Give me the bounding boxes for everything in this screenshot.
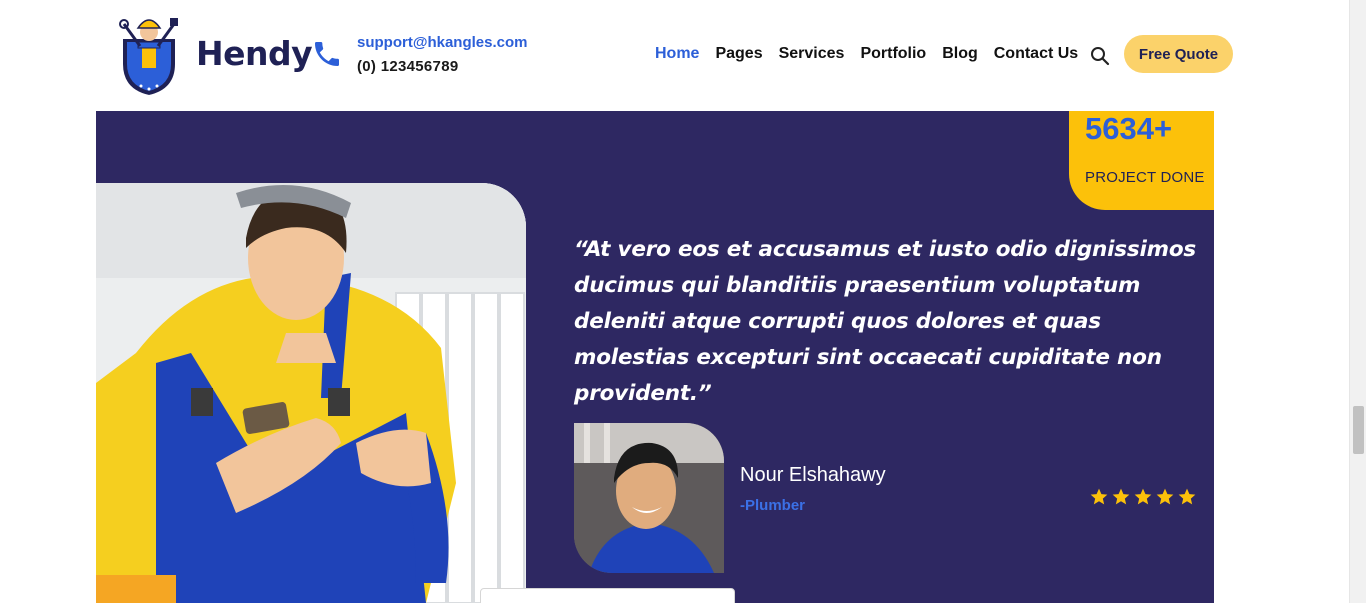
nav-portfolio[interactable]: Portfolio [860, 45, 926, 63]
nav-blog[interactable]: Blog [942, 45, 978, 63]
nav-contact-us[interactable]: Contact Us [994, 45, 1078, 63]
star-icon [1134, 488, 1152, 505]
stat-label: PROJECT DONE [1085, 169, 1205, 186]
site-header: Hendy support@hkangles.com (0) 123456789… [0, 0, 1349, 111]
reviewer-role: -Plumber [740, 497, 806, 514]
search-icon[interactable] [1090, 46, 1110, 66]
nav-pages[interactable]: Pages [715, 45, 762, 63]
reviewer-name: Nour Elshahawy [740, 464, 886, 486]
handyman-logo-icon[interactable] [116, 12, 182, 98]
star-icon [1112, 488, 1130, 505]
nav-services[interactable]: Services [779, 45, 845, 63]
contact-phone-number[interactable]: (0) 123456789 [357, 58, 458, 75]
stat-number: 5634+ [1085, 111, 1173, 146]
scrollbar-thumb[interactable] [1353, 406, 1364, 454]
floating-card [480, 588, 735, 603]
worker-photo [96, 183, 526, 603]
support-email-link[interactable]: support@hkangles.com [357, 34, 528, 51]
brand-name[interactable]: Hendy [196, 34, 313, 73]
vertical-scrollbar[interactable] [1349, 0, 1366, 603]
testimonial-quote: “At vero eos et accusamus et iusto odio … [574, 237, 1197, 406]
star-icon [1178, 488, 1196, 505]
star-icon [1090, 488, 1108, 505]
rating-stars [1089, 487, 1197, 507]
free-quote-button[interactable]: Free Quote [1124, 35, 1233, 73]
page: Hendy support@hkangles.com (0) 123456789… [0, 0, 1366, 603]
main-nav: Home Pages Services Portfolio Blog Conta… [655, 45, 1094, 63]
projects-done-stat: 5634+ PROJECT DONE [1069, 111, 1214, 210]
phone-icon [315, 42, 339, 66]
nav-home[interactable]: Home [655, 45, 699, 63]
reviewer-avatar [574, 423, 724, 573]
star-icon [1156, 488, 1174, 505]
